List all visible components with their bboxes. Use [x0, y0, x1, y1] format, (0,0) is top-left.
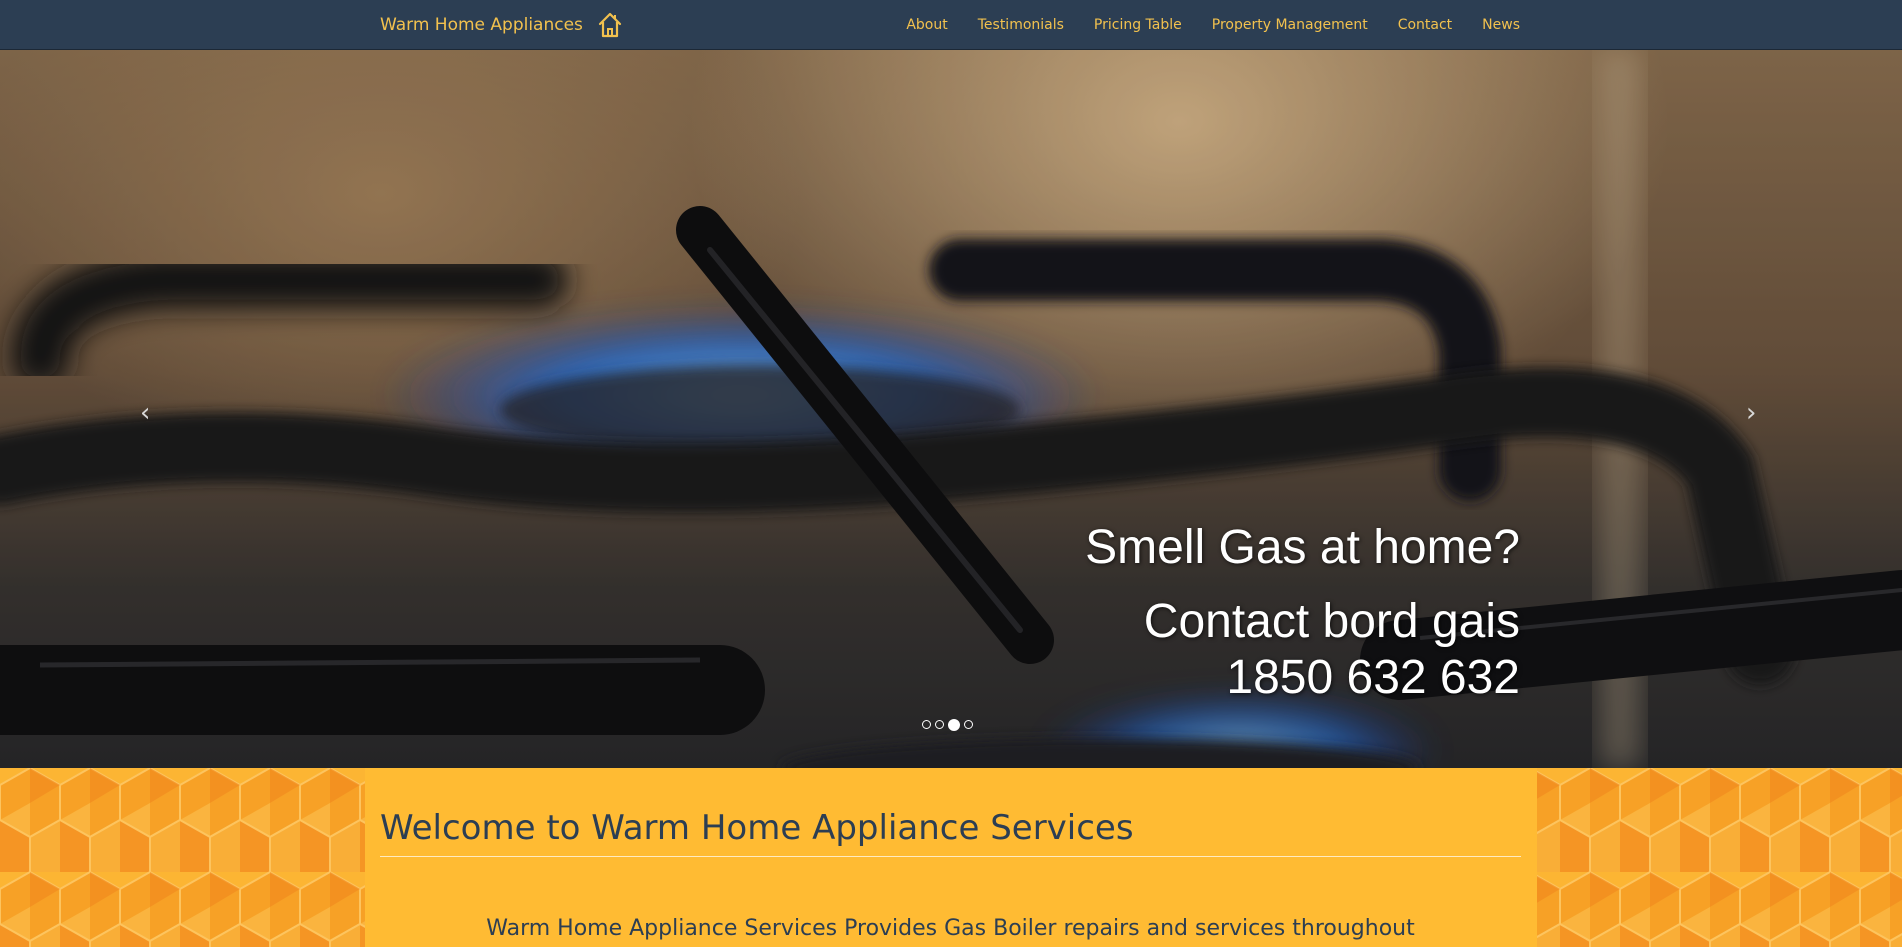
carousel-indicators [922, 719, 973, 731]
nav-news[interactable]: News [1482, 17, 1520, 33]
caption-phone: 1850 632 632 [1226, 651, 1520, 704]
top-navbar: Warm Home Appliances About Testimonials … [0, 0, 1902, 50]
nav-pricing-table[interactable]: Pricing Table [1094, 17, 1182, 33]
caption-heading: Smell Gas at home? [1085, 521, 1520, 574]
carousel-indicator-4[interactable] [964, 720, 973, 729]
welcome-text: Warm Home Appliance Services Provides Ga… [486, 916, 1415, 941]
carousel-prev-arrow[interactable]: ‹ [140, 400, 150, 426]
carousel-indicator-3[interactable] [948, 719, 960, 731]
welcome-section: Welcome to Warm Home Appliance Services … [0, 768, 1902, 947]
nav-contact[interactable]: Contact [1398, 17, 1452, 33]
carousel-next-arrow[interactable]: › [1746, 400, 1756, 426]
nav-property-management[interactable]: Property Management [1212, 17, 1368, 33]
hero-carousel: ‹ › Smell Gas at home? Contact bord gais… [0, 50, 1902, 768]
nav-about[interactable]: About [906, 17, 947, 33]
carousel-indicator-1[interactable] [922, 720, 931, 729]
nav-links: About Testimonials Pricing Table Propert… [906, 0, 1520, 50]
gas-hob-image [0, 50, 1902, 768]
carousel-indicator-2[interactable] [935, 720, 944, 729]
nav-testimonials[interactable]: Testimonials [978, 17, 1064, 33]
caption-contact: Contact bord gais [1143, 595, 1520, 648]
house-icon [598, 12, 622, 38]
carousel-caption: Smell Gas at home? Contact bord gais 185… [1085, 520, 1520, 706]
brand-link[interactable]: Warm Home Appliances [380, 0, 623, 50]
welcome-title: Welcome to Warm Home Appliance Services [380, 808, 1134, 848]
title-divider [380, 856, 1521, 857]
brand-name: Warm Home Appliances [380, 15, 583, 35]
